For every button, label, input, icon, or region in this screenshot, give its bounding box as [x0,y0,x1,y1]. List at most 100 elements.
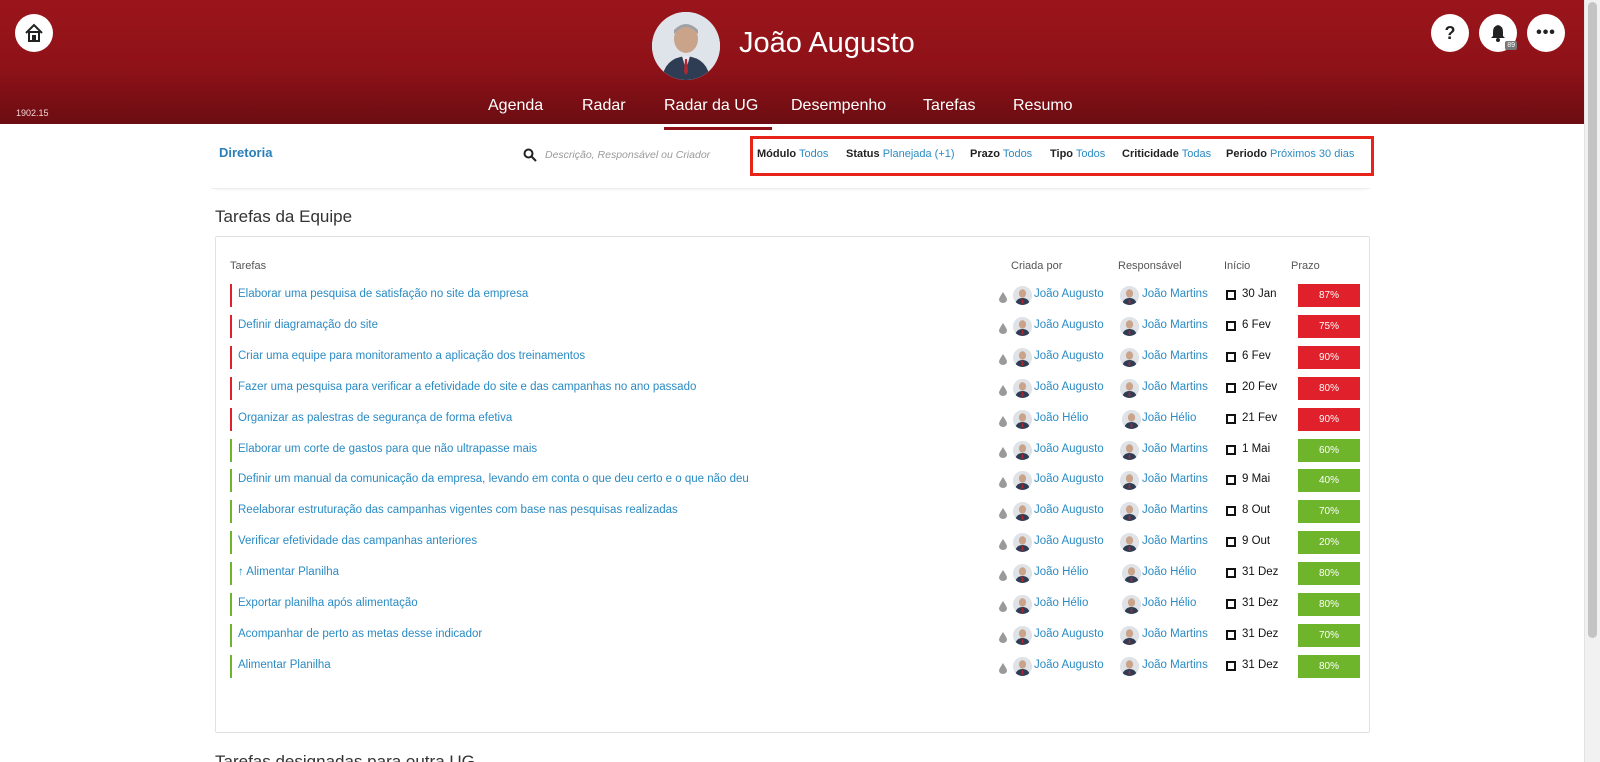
deadline-progress: 80% [1298,654,1360,678]
start-date: 9 Mai [1242,473,1271,486]
status-bar [230,345,232,369]
creator-link[interactable]: João Augusto [1034,381,1104,393]
square-icon [1226,599,1236,609]
table-row[interactable]: ↑ Alimentar Planilha João Hélio João Hélio… [230,562,1360,586]
task-link[interactable]: Elaborar uma pesquisa de satisfação no s… [238,288,528,300]
app-header: João Augusto ? 89 ••• 1902.15 Agenda Rad… [0,0,1584,124]
table-row[interactable]: Elaborar um corte de gastos para que não… [230,438,1360,462]
start-date: 1 Mai [1242,442,1271,455]
task-link[interactable]: Elaborar um corte de gastos para que não… [238,443,537,455]
creator-link[interactable]: João Augusto [1034,473,1104,485]
task-link[interactable]: Criar uma equipe para monitoramento a ap… [238,350,585,362]
col-header-tarefas: Tarefas [230,260,267,272]
responsible-link[interactable]: João Hélio [1142,412,1196,424]
table-row[interactable]: Definir diagramação do site João Augusto J… [230,314,1360,338]
filter-criticidade[interactable]: Criticidade Todas [1122,148,1211,160]
home-button[interactable] [15,14,53,52]
table-row[interactable]: Alimentar Planilha João Augusto João Marti… [230,654,1360,678]
creator-link[interactable]: João Augusto [1034,628,1104,640]
search-input[interactable] [545,146,715,164]
creator-link[interactable]: João Augusto [1034,443,1104,455]
filter-periodo[interactable]: Periodo Próximos 30 dias [1226,148,1354,160]
responsible-link[interactable]: João Martins [1142,350,1208,362]
task-link[interactable]: Alimentar Planilha [238,659,331,671]
table-row[interactable]: Fazer uma pesquisa para verificar a efet… [230,376,1360,400]
deadline-progress: 90% [1298,407,1360,431]
deadline-progress: 75% [1298,314,1360,338]
department-link[interactable]: Diretoria [219,145,272,160]
square-icon [1226,290,1236,300]
responsible-link[interactable]: João Martins [1142,659,1208,671]
square-icon [1226,568,1236,579]
nav-radar-da-ug[interactable]: Radar da UG [664,97,758,115]
task-link[interactable]: Acompanhar de perto as metas desse indic… [238,628,482,640]
task-link[interactable]: Organizar as palestras de segurança de f… [238,412,512,424]
table-row[interactable]: Elaborar uma pesquisa de satisfação no s… [230,284,1360,307]
deadline-progress: 70% [1298,623,1360,647]
responsible-link[interactable]: João Martins [1142,443,1208,455]
table-row[interactable]: Reelaborar estruturação das campanhas vi… [230,500,1360,524]
task-link[interactable]: Fazer uma pesquisa para verificar a efet… [238,381,696,393]
status-bar [230,469,232,493]
deadline-progress: 87% [1298,284,1360,307]
creator-link[interactable]: João Augusto [1034,659,1104,671]
scrollbar-thumb[interactable] [1588,2,1597,638]
creator-link[interactable]: João Augusto [1034,504,1104,516]
square-icon [1226,320,1236,331]
user-avatar[interactable] [652,12,720,80]
task-link[interactable]: Exportar planilha após alimentação [238,597,418,609]
creator-avatar [1013,347,1032,367]
nav-tarefas[interactable]: Tarefas [923,97,975,115]
section-title: Tarefas da Equipe [215,207,353,226]
more-icon: ••• [1536,24,1556,41]
table-row[interactable]: Criar uma equipe para monitoramento a ap… [230,345,1360,369]
responsible-link[interactable]: João Martins [1142,535,1208,547]
notifications-button[interactable]: 89 [1479,14,1517,52]
task-link[interactable]: Definir diagramação do site [238,319,378,331]
filter-modulo[interactable]: Módulo Todos [757,148,828,160]
task-link[interactable]: Reelaborar estruturação das campanhas vi… [238,504,678,516]
droplet-icon [999,599,1007,612]
nav-resumo[interactable]: Resumo [1013,97,1073,115]
creator-avatar [1013,471,1032,491]
status-bar [230,654,232,678]
filter-status[interactable]: Status Planejada (+1) [846,148,955,160]
filter-prazo[interactable]: Prazo Todos [970,148,1032,160]
responsible-link[interactable]: João Martins [1142,628,1208,640]
responsible-link[interactable]: João Martins [1142,288,1208,300]
responsible-avatar [1120,502,1139,522]
filter-tipo[interactable]: Tipo Todos [1050,148,1105,160]
responsible-link[interactable]: João Hélio [1142,566,1196,578]
creator-link[interactable]: João Augusto [1034,350,1104,362]
nav-radar[interactable]: Radar [582,97,626,115]
task-link[interactable]: Verificar efetividade das campanhas ante… [238,535,477,547]
responsible-link[interactable]: João Martins [1142,473,1208,485]
table-row[interactable]: Organizar as palestras de segurança de f… [230,407,1360,431]
home-icon [25,23,43,42]
nav-agenda[interactable]: Agenda [488,97,543,115]
task-link[interactable]: Definir um manual da comunicação da empr… [238,473,749,485]
responsible-link[interactable]: João Hélio [1142,597,1196,609]
deadline-progress: 80% [1298,562,1360,586]
task-link[interactable]: ↑ Alimentar Planilha [238,566,339,578]
table-row[interactable]: Definir um manual da comunicação da empr… [230,469,1360,493]
nav-desempenho[interactable]: Desempenho [791,97,886,115]
responsible-avatar [1120,533,1139,553]
responsible-link[interactable]: João Martins [1142,504,1208,516]
table-row[interactable]: Verificar efetividade das campanhas ante… [230,531,1360,555]
table-row[interactable]: Acompanhar de perto as metas desse indic… [230,623,1360,647]
creator-link[interactable]: João Hélio [1034,412,1088,424]
creator-link[interactable]: João Hélio [1034,566,1088,578]
creator-link[interactable]: João Hélio [1034,597,1088,609]
help-button[interactable]: ? [1431,14,1469,52]
scrollbar[interactable] [1584,0,1600,762]
table-row[interactable]: Exportar planilha após alimentação João H… [230,593,1360,616]
creator-link[interactable]: João Augusto [1034,319,1104,331]
more-options-button[interactable]: ••• [1527,14,1565,52]
responsible-link[interactable]: João Martins [1142,381,1208,393]
responsible-link[interactable]: João Martins [1142,319,1208,331]
creator-link[interactable]: João Augusto [1034,535,1104,547]
responsible-avatar [1120,471,1139,491]
creator-link[interactable]: João Augusto [1034,288,1104,300]
search-icon [523,148,537,162]
